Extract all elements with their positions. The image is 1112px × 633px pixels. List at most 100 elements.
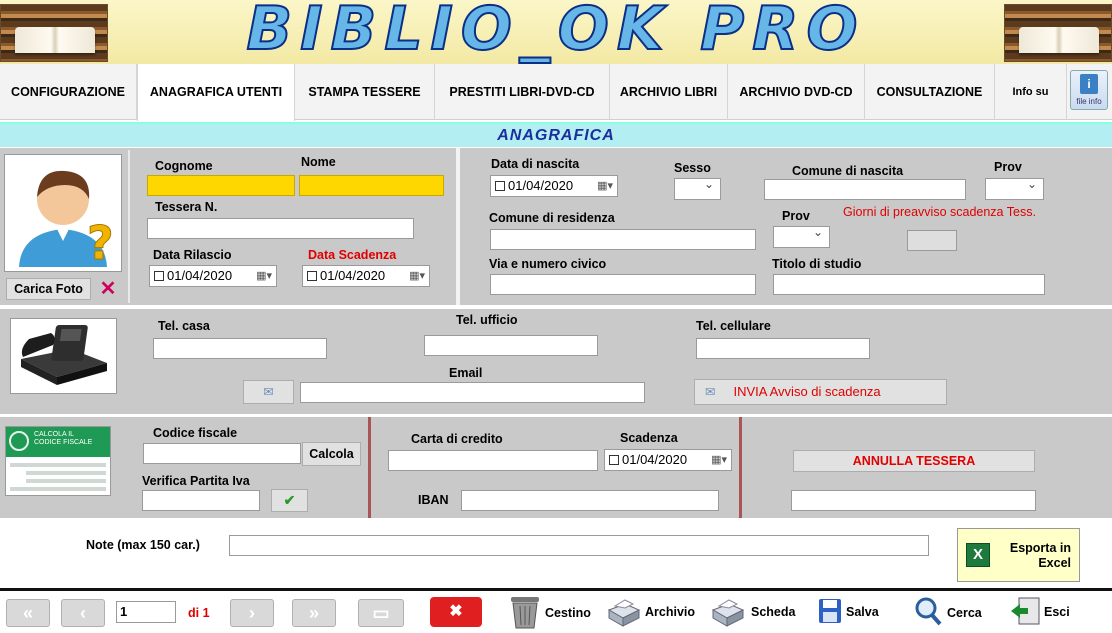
tab-prestiti[interactable]: PRESTITI LIBRI-DVD-CD xyxy=(435,64,610,120)
previous-record-button[interactable]: ‹ xyxy=(61,599,105,627)
tel-ufficio-label: Tel. ufficio xyxy=(456,313,518,327)
first-record-button[interactable]: « xyxy=(6,599,50,627)
sesso-label: Sesso xyxy=(674,161,711,175)
phone-icon xyxy=(21,325,107,385)
envelope-icon: ✉ xyxy=(263,385,274,399)
tab-stampa-tessere[interactable]: STAMPA TESSERE xyxy=(295,64,435,120)
tab-info-su[interactable]: Info su xyxy=(995,64,1067,120)
scadenza-label: Scadenza xyxy=(620,431,678,445)
carta-credito-field[interactable] xyxy=(388,450,598,471)
data-rilascio-picker[interactable]: 01/04/2020 ▦▾ xyxy=(149,265,277,287)
phone-image xyxy=(10,318,117,394)
user-photo: ? xyxy=(4,154,122,272)
prov-residenza-label: Prov xyxy=(782,209,810,223)
calcola-button[interactable]: Calcola xyxy=(302,442,361,466)
tab-archivio-libri[interactable]: ARCHIVIO LIBRI xyxy=(610,64,728,120)
tel-ufficio-field[interactable] xyxy=(424,335,598,356)
calendar-icon: ▦▾ xyxy=(711,454,727,466)
tessera-field[interactable] xyxy=(147,218,414,239)
scheda-button[interactable]: Scheda xyxy=(751,605,795,619)
sesso-select[interactable] xyxy=(674,177,721,200)
record-number-field[interactable]: 1 xyxy=(116,601,176,623)
printer-icon[interactable] xyxy=(605,596,641,628)
envelope-icon: ✉ xyxy=(705,385,716,399)
section-title: ANAGRAFICA xyxy=(497,127,615,144)
comune-nascita-label: Comune di nascita xyxy=(792,164,904,178)
nome-label: Nome xyxy=(301,155,336,169)
note-field[interactable] xyxy=(229,535,929,556)
books-left-image xyxy=(0,4,108,62)
emblem-icon xyxy=(9,431,29,451)
chevron-right-icon: › xyxy=(249,603,255,623)
prov-nascita-label: Prov xyxy=(994,160,1022,174)
printer-icon[interactable] xyxy=(709,596,745,628)
delete-icon: ✖ xyxy=(449,603,463,620)
titolo-studio-label: Titolo di studio xyxy=(772,257,862,271)
tab-consultazione[interactable]: CONSULTAZIONE xyxy=(865,64,995,120)
excel-icon: X xyxy=(966,543,990,567)
last-record-button[interactable]: » xyxy=(292,599,336,627)
comune-residenza-field[interactable] xyxy=(490,229,756,250)
double-chevron-left-icon: « xyxy=(22,603,33,623)
codice-fiscale-field[interactable] xyxy=(143,443,301,464)
email-field[interactable] xyxy=(300,382,645,403)
cestino-button[interactable]: Cestino xyxy=(545,606,591,620)
exit-icon[interactable] xyxy=(1010,596,1042,626)
salva-button[interactable]: Salva xyxy=(846,605,879,619)
partita-iva-field[interactable] xyxy=(142,490,260,511)
file-info-button[interactable]: i file info xyxy=(1070,70,1108,110)
invia-avviso-button[interactable]: ✉ INVIA Avviso di scadenza xyxy=(694,379,947,405)
cognome-label: Cognome xyxy=(155,159,213,173)
scadenza-picker[interactable]: 01/04/2020 ▦▾ xyxy=(604,449,732,471)
checkmark-icon: ✔ xyxy=(283,492,296,508)
double-chevron-right-icon: » xyxy=(308,603,319,623)
giorni-preavviso-label: Giorni di preavviso scadenza Tess. xyxy=(843,205,1036,219)
cognome-field[interactable] xyxy=(147,175,295,196)
data-scadenza-picker[interactable]: 01/04/2020 ▦▾ xyxy=(302,265,430,287)
next-record-button[interactable]: › xyxy=(230,599,274,627)
calendar-icon: ▦▾ xyxy=(256,270,272,282)
tab-anagrafica-utenti[interactable]: ANAGRAFICA UTENTI xyxy=(137,64,295,121)
record-total-label: di 1 xyxy=(188,606,210,620)
giorni-preavviso-field[interactable] xyxy=(907,230,957,251)
data-rilascio-label: Data Rilascio xyxy=(153,248,232,262)
new-record-button[interactable]: ▭ xyxy=(358,599,404,627)
prov-nascita-select[interactable] xyxy=(985,177,1044,200)
carica-foto-button[interactable]: Carica Foto xyxy=(6,278,91,300)
calendar-icon: ▦▾ xyxy=(597,180,613,192)
annulla-tessera-button[interactable]: ANNULLA TESSERA xyxy=(793,450,1035,472)
tessera-label: Tessera N. xyxy=(155,200,218,214)
search-icon[interactable] xyxy=(914,596,942,626)
esporta-excel-button[interactable]: X Esporta in Excel xyxy=(957,528,1080,582)
codice-fiscale-label: Codice fiscale xyxy=(153,426,238,440)
tel-cellulare-field[interactable] xyxy=(696,338,870,359)
esci-button[interactable]: Esci xyxy=(1044,605,1070,619)
trash-icon[interactable] xyxy=(508,594,542,630)
prov-residenza-select[interactable] xyxy=(773,225,830,248)
annulla-motivo-field[interactable] xyxy=(791,490,1036,511)
via-field[interactable] xyxy=(490,274,756,295)
tab-configurazione[interactable]: CONFIGURAZIONE xyxy=(0,64,137,120)
comune-nascita-field[interactable] xyxy=(764,179,966,200)
tel-casa-field[interactable] xyxy=(153,338,327,359)
codice-fiscale-card: CALCOLA IL CODICE FISCALE xyxy=(5,426,111,496)
note-label: Note (max 150 car.) xyxy=(86,538,200,552)
archivio-button[interactable]: Archivio xyxy=(645,605,695,619)
info-icon: i xyxy=(1080,74,1098,94)
cerca-button[interactable]: Cerca xyxy=(947,606,982,620)
data-nascita-picker[interactable]: 01/04/2020 ▦▾ xyxy=(490,175,618,197)
verifica-check-button[interactable]: ✔ xyxy=(271,489,308,512)
app-banner: BIBLIO_OK PRO xyxy=(0,0,1112,64)
tab-archivio-dvd-cd[interactable]: ARCHIVIO DVD-CD xyxy=(728,64,865,120)
nome-field[interactable] xyxy=(299,175,444,196)
tel-cellulare-label: Tel. cellulare xyxy=(696,319,771,333)
email-send-button[interactable]: ✉ xyxy=(243,380,294,404)
calendar-icon: ▦▾ xyxy=(409,270,425,282)
new-document-icon: ▭ xyxy=(372,603,390,623)
save-icon[interactable] xyxy=(818,598,842,624)
delete-record-button[interactable]: ✖ xyxy=(430,597,482,627)
delete-photo-icon[interactable]: ✕ xyxy=(94,278,122,300)
app-title: BIBLIO_OK PRO xyxy=(246,0,866,64)
iban-field[interactable] xyxy=(461,490,719,511)
titolo-studio-field[interactable] xyxy=(773,274,1045,295)
